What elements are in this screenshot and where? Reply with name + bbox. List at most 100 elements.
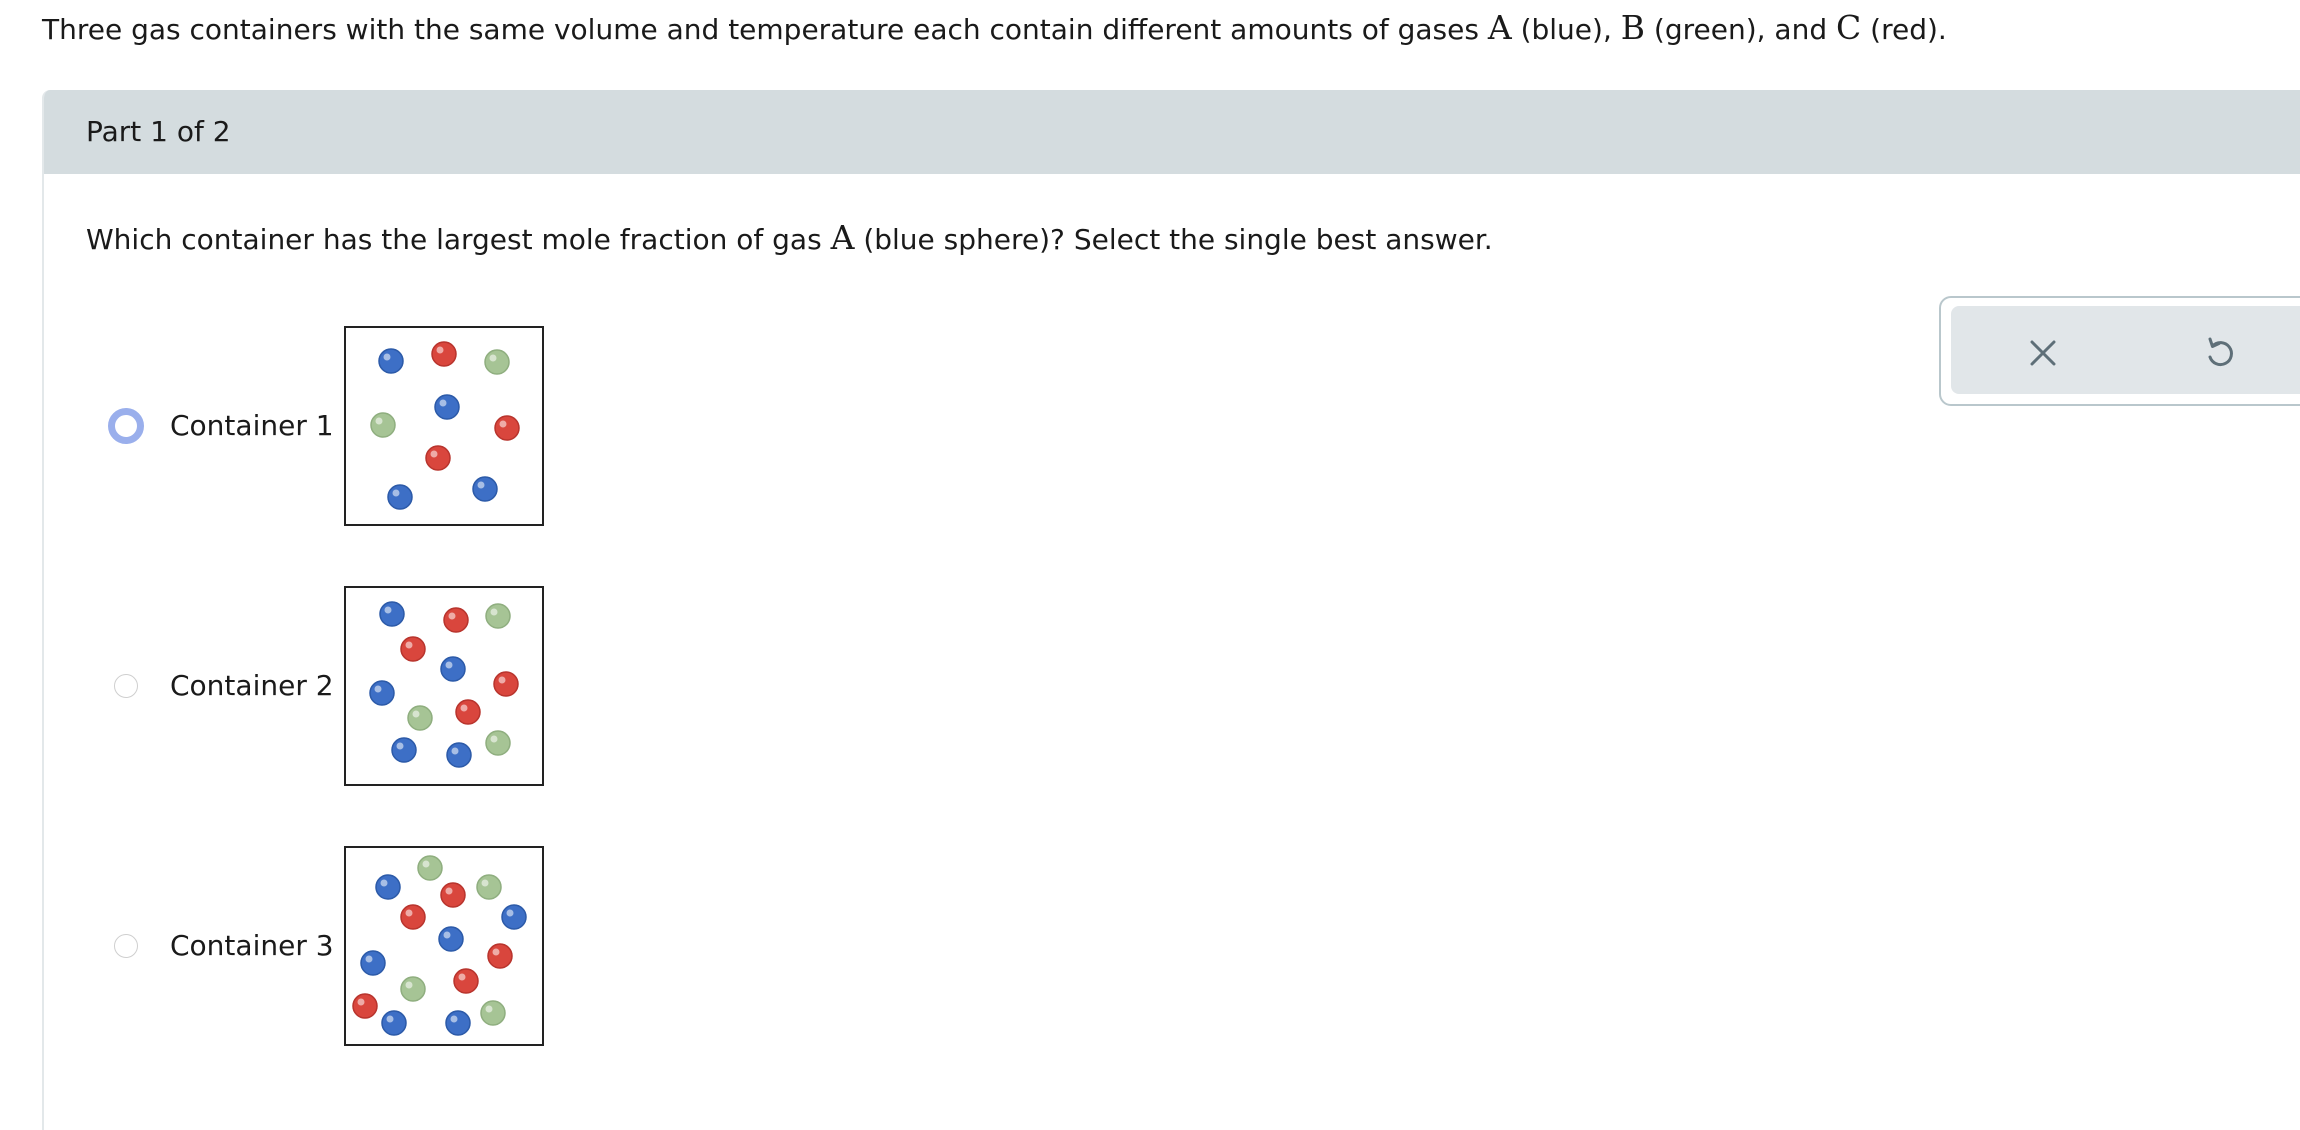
sphere-highlight — [384, 606, 392, 614]
container-3-molecules — [352, 855, 527, 1036]
gas-b-desc: (green), and — [1645, 13, 1837, 46]
green-sphere — [417, 855, 443, 881]
red-sphere — [431, 341, 457, 367]
sphere-highlight — [422, 860, 430, 868]
container-3-image — [344, 846, 544, 1046]
radio-button-container-3[interactable] — [114, 934, 138, 958]
sphere-highlight — [386, 1015, 394, 1023]
question-text-start: Which container has the largest mole fra… — [86, 223, 831, 256]
sphere-highlight — [492, 948, 500, 956]
gas-a-symbol: A — [1487, 8, 1512, 47]
green-sphere — [476, 874, 502, 900]
container-1-molecules — [370, 341, 520, 510]
red-sphere — [440, 882, 466, 908]
red-sphere — [400, 904, 426, 930]
red-sphere — [487, 943, 513, 969]
sphere-highlight — [396, 742, 404, 750]
blue-sphere — [379, 601, 405, 627]
gas-c-desc: (red). — [1861, 13, 1947, 46]
answer-option-3[interactable]: Container 3 — [44, 842, 644, 1046]
undo-button[interactable] — [2195, 328, 2245, 378]
gas-c-symbol: C — [1836, 8, 1862, 47]
sphere-highlight — [445, 661, 453, 669]
green-sphere — [400, 976, 426, 1002]
sphere-highlight — [412, 710, 420, 718]
sphere-highlight — [481, 879, 489, 887]
red-sphere — [494, 415, 520, 441]
answer-option-2[interactable]: Container 2 — [44, 582, 644, 786]
part-title: Part 1 of 2 — [86, 115, 231, 148]
problem-intro: Three gas containers with the same volum… — [42, 8, 1947, 50]
sphere-highlight — [448, 612, 456, 620]
intro-text-start: Three gas containers with the same volum… — [42, 13, 1488, 46]
sphere-highlight — [451, 747, 459, 755]
option-label-container-3: Container 3 — [170, 929, 334, 962]
sphere-highlight — [405, 981, 413, 989]
green-sphere — [485, 603, 511, 629]
sphere-highlight — [405, 909, 413, 917]
blue-sphere — [445, 1010, 471, 1036]
blue-sphere — [501, 904, 527, 930]
container-2-molecules — [369, 601, 519, 768]
sphere-highlight — [460, 704, 468, 712]
answer-toolbox — [1939, 296, 2300, 406]
answer-option-1[interactable]: Container 1 — [44, 322, 644, 526]
red-sphere — [400, 636, 426, 662]
option-label-container-2: Container 2 — [170, 669, 334, 702]
blue-sphere — [391, 737, 417, 763]
question-panel: Part 1 of 2 Which container has the larg… — [42, 90, 2300, 1130]
option-label-container-1: Container 1 — [170, 409, 334, 442]
sphere-highlight — [490, 735, 498, 743]
green-sphere — [407, 705, 433, 731]
sphere-highlight — [443, 931, 451, 939]
blue-sphere — [381, 1010, 407, 1036]
sphere-highlight — [490, 608, 498, 616]
radio-button-container-2[interactable] — [114, 674, 138, 698]
blue-sphere — [360, 950, 386, 976]
green-sphere — [485, 730, 511, 756]
red-sphere — [443, 607, 469, 633]
sphere-highlight — [375, 417, 383, 425]
sphere-highlight — [439, 399, 447, 407]
blue-sphere — [438, 926, 464, 952]
gas-b-symbol: B — [1620, 8, 1646, 47]
sphere-highlight — [498, 676, 506, 684]
sphere-highlight — [383, 353, 391, 361]
green-sphere — [480, 1000, 506, 1026]
sphere-highlight — [392, 489, 400, 497]
question-text: Which container has the largest mole fra… — [86, 218, 1493, 260]
blue-sphere — [387, 484, 413, 510]
sphere-highlight — [365, 955, 373, 963]
sphere-highlight — [450, 1015, 458, 1023]
sphere-highlight — [499, 420, 507, 428]
gas-a-desc: (blue), — [1511, 13, 1621, 46]
green-sphere — [370, 412, 396, 438]
red-sphere — [352, 993, 378, 1019]
sphere-highlight — [445, 887, 453, 895]
toolbox-inner — [1951, 306, 2300, 394]
sphere-highlight — [436, 346, 444, 354]
container-1-image — [344, 326, 544, 526]
radio-button-container-1[interactable] — [108, 408, 144, 444]
red-sphere — [493, 671, 519, 697]
red-sphere — [453, 968, 479, 994]
sphere-highlight — [489, 354, 497, 362]
sphere-highlight — [458, 973, 466, 981]
container-2-image — [344, 586, 544, 786]
blue-sphere — [446, 742, 472, 768]
green-sphere — [484, 349, 510, 375]
sphere-highlight — [430, 450, 438, 458]
clear-button[interactable] — [2018, 328, 2068, 378]
question-gas-symbol: A — [830, 218, 855, 257]
sphere-highlight — [506, 909, 514, 917]
undo-icon — [2208, 337, 2233, 367]
part-header: Part 1 of 2 — [44, 90, 2300, 174]
x-icon — [2030, 340, 2056, 366]
blue-sphere — [434, 394, 460, 420]
sphere-highlight — [374, 685, 382, 693]
sphere-highlight — [357, 998, 365, 1006]
sphere-highlight — [477, 481, 485, 489]
blue-sphere — [369, 680, 395, 706]
sphere-highlight — [485, 1005, 493, 1013]
blue-sphere — [375, 874, 401, 900]
